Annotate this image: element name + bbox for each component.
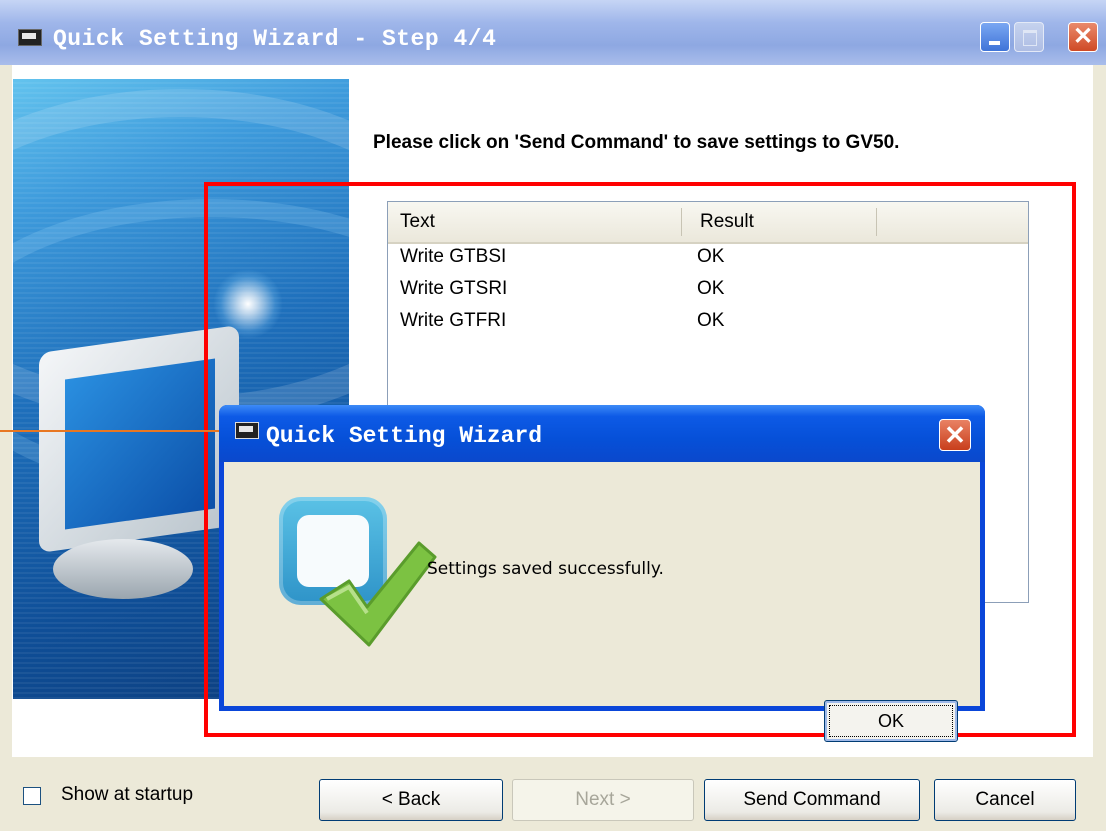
close-icon: ✕ [1072,23,1094,50]
minimize-button[interactable] [980,22,1010,52]
check-mark-icon [319,541,437,647]
window-title: Quick Setting Wizard - Step 4/4 [53,26,497,52]
window-titlebar[interactable]: Quick Setting Wizard - Step 4/4 ✕ [0,0,1106,65]
dialog-close-button[interactable]: ✕ [939,419,971,451]
send-command-button[interactable]: Send Command [704,779,920,821]
row-text: Write GTSRI [400,278,508,299]
app-icon [18,29,42,46]
instruction-text: Please click on 'Send Command' to save s… [373,132,900,153]
success-check-icon [279,497,437,647]
close-icon: ✕ [944,420,966,450]
callout-line [0,430,232,432]
dialog-message: Settings saved successfully. [427,559,664,579]
row-text: Write GTBSI [400,246,507,267]
back-button[interactable]: < Back [319,779,503,821]
row-result: OK [697,278,725,299]
list-header: Text Result [388,202,1028,244]
cancel-button[interactable]: Cancel [934,779,1076,821]
column-header-result[interactable]: Result [700,202,754,240]
ok-button[interactable]: OK [824,700,958,742]
dialog-title: Quick Setting Wizard [266,423,543,449]
dialog-body: Settings saved successfully. OK [224,462,980,742]
column-header-text[interactable]: Text [400,202,435,240]
dialog-titlebar[interactable]: Quick Setting Wizard ✕ [219,405,985,462]
dialog-app-icon [235,422,259,439]
list-row[interactable]: Write GTFRI OK [388,310,1028,342]
maximize-button [1014,22,1044,52]
row-text: Write GTFRI [400,310,507,331]
show-at-startup-checkbox[interactable] [23,787,41,805]
list-row[interactable]: Write GTBSI OK [388,246,1028,278]
list-row[interactable]: Write GTSRI OK [388,278,1028,310]
close-button[interactable]: ✕ [1068,22,1098,52]
success-dialog: Quick Setting Wizard ✕ Settings saved su… [219,405,985,742]
show-at-startup-label[interactable]: Show at startup [61,784,193,806]
row-result: OK [697,246,725,267]
next-button: Next > [512,779,694,821]
row-result: OK [697,310,725,331]
